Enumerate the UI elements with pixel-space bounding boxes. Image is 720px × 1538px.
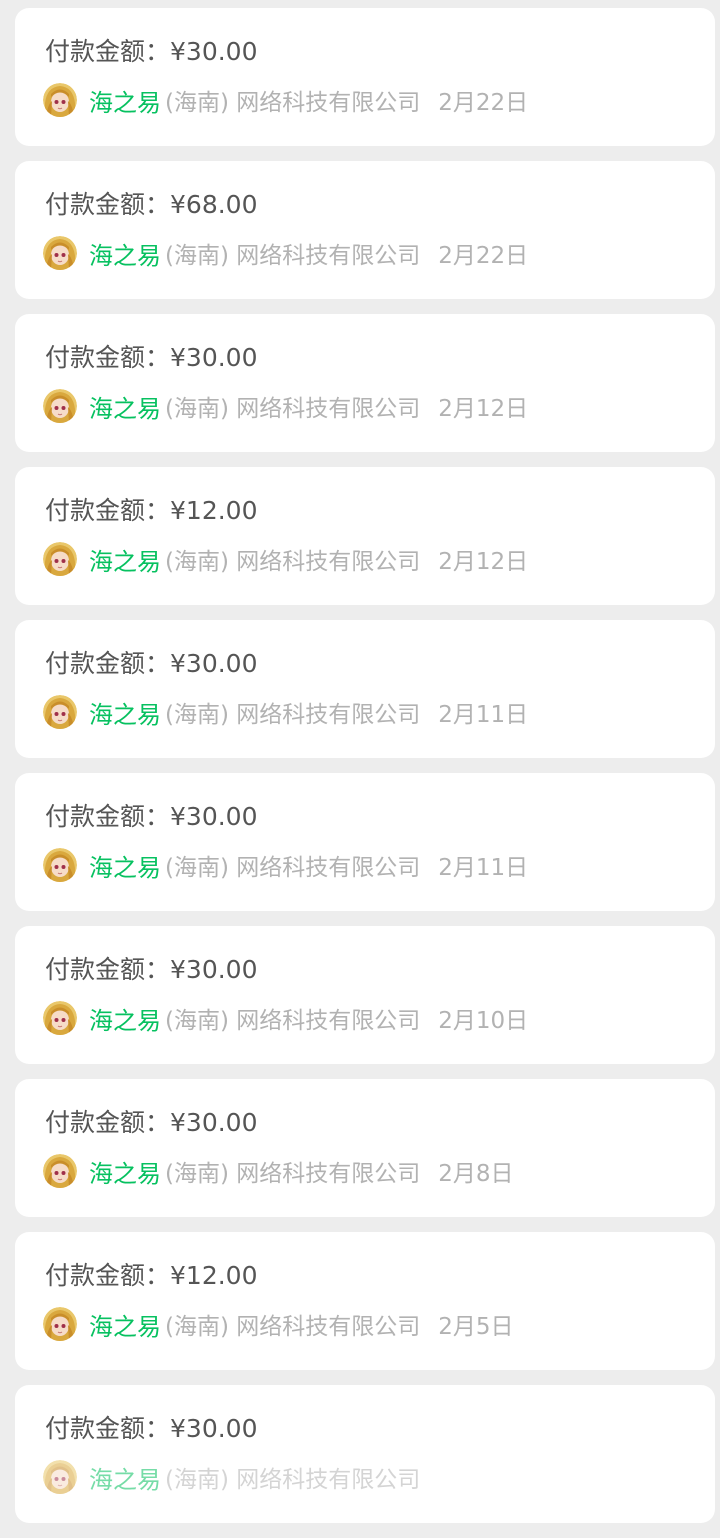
- merchant-row: 海之易 (海南) 网络科技有限公司 2月5日: [43, 1307, 514, 1341]
- merchant-row: 海之易 (海南) 网络科技有限公司 2月22日: [43, 83, 528, 117]
- merchant-brand: 海之易: [89, 1159, 161, 1188]
- payment-date: 2月11日: [438, 855, 529, 881]
- payment-card[interactable]: 付款金额：¥30.00 海之易 (海南) 网络科技有限公司 2月8日: [15, 1079, 715, 1217]
- merchant-row: 海之易 (海南) 网络科技有限公司 2月8日: [43, 1154, 514, 1188]
- payment-card[interactable]: 付款金额：¥30.00 海之易 (海南) 网络科技有限公司: [15, 1385, 715, 1523]
- payment-amount: 付款金额：¥30.00: [45, 35, 258, 69]
- merchant-brand: 海之易: [89, 394, 161, 423]
- merchant-name: (海南) 网络科技有限公司: [165, 1008, 421, 1034]
- merchant-name: (海南) 网络科技有限公司: [165, 549, 421, 575]
- anime-girl-avatar-icon: [43, 236, 77, 270]
- amount-label: 付款金额：: [45, 649, 171, 678]
- amount-value: ¥30.00: [170, 343, 258, 372]
- payment-card[interactable]: 付款金额：¥12.00 海之易 (海南) 网络科技有限公司 2月12日: [15, 467, 715, 605]
- payment-date: 2月12日: [438, 549, 529, 575]
- payment-amount: 付款金额：¥68.00: [45, 188, 258, 222]
- merchant-brand: 海之易: [89, 1006, 161, 1035]
- amount-value: ¥30.00: [170, 37, 258, 66]
- anime-girl-avatar-icon: [43, 1001, 77, 1035]
- merchant-name: (海南) 网络科技有限公司: [165, 90, 421, 116]
- amount-value: ¥68.00: [170, 190, 258, 219]
- amount-value: ¥30.00: [170, 1414, 258, 1443]
- payment-amount: 付款金额：¥30.00: [45, 800, 258, 834]
- merchant-brand: 海之易: [89, 1465, 161, 1494]
- anime-girl-avatar-icon: [43, 1307, 77, 1341]
- payment-amount: 付款金额：¥12.00: [45, 494, 258, 528]
- payment-amount: 付款金额：¥30.00: [45, 1412, 258, 1446]
- payment-amount: 付款金额：¥12.00: [45, 1259, 258, 1293]
- payment-card[interactable]: 付款金额：¥30.00 海之易 (海南) 网络科技有限公司 2月22日: [15, 8, 715, 146]
- payment-card[interactable]: 付款金额：¥30.00 海之易 (海南) 网络科技有限公司 2月11日: [15, 620, 715, 758]
- merchant-row: 海之易 (海南) 网络科技有限公司 2月11日: [43, 695, 528, 729]
- amount-label: 付款金额：: [45, 955, 171, 984]
- payment-amount: 付款金额：¥30.00: [45, 647, 258, 681]
- amount-value: ¥30.00: [170, 1108, 258, 1137]
- merchant-name: (海南) 网络科技有限公司: [165, 243, 421, 269]
- merchant-name: (海南) 网络科技有限公司: [165, 1161, 421, 1187]
- amount-label: 付款金额：: [45, 37, 171, 66]
- amount-label: 付款金额：: [45, 1108, 171, 1137]
- amount-value: ¥30.00: [170, 955, 258, 984]
- payment-card[interactable]: 付款金额：¥30.00 海之易 (海南) 网络科技有限公司 2月10日: [15, 926, 715, 1064]
- payment-card[interactable]: 付款金额：¥30.00 海之易 (海南) 网络科技有限公司 2月11日: [15, 773, 715, 911]
- payment-card[interactable]: 付款金额：¥68.00 海之易 (海南) 网络科技有限公司 2月22日: [15, 161, 715, 299]
- merchant-brand: 海之易: [89, 853, 161, 882]
- merchant-brand: 海之易: [89, 88, 161, 117]
- amount-label: 付款金额：: [45, 1261, 171, 1290]
- amount-value: ¥12.00: [170, 496, 258, 525]
- amount-label: 付款金额：: [45, 190, 171, 219]
- merchant-brand: 海之易: [89, 700, 161, 729]
- merchant-row: 海之易 (海南) 网络科技有限公司 2月12日: [43, 542, 528, 576]
- payment-date: 2月11日: [438, 702, 529, 728]
- merchant-name: (海南) 网络科技有限公司: [165, 1314, 421, 1340]
- merchant-row: 海之易 (海南) 网络科技有限公司 2月10日: [43, 1001, 528, 1035]
- anime-girl-avatar-icon: [43, 389, 77, 423]
- anime-girl-avatar-icon: [43, 1154, 77, 1188]
- anime-girl-avatar-icon: [43, 542, 77, 576]
- payment-date: 2月12日: [438, 396, 529, 422]
- payment-date: 2月5日: [438, 1314, 514, 1340]
- anime-girl-avatar-icon: [43, 695, 77, 729]
- merchant-row: 海之易 (海南) 网络科技有限公司 2月22日: [43, 236, 528, 270]
- payment-list: 付款金额：¥30.00 海之易 (海南) 网络科技有限公司 2月22日 付款金额…: [0, 8, 720, 1538]
- payment-date: 2月22日: [438, 243, 529, 269]
- payment-card[interactable]: 付款金额：¥12.00 海之易 (海南) 网络科技有限公司 2月5日: [15, 1232, 715, 1370]
- amount-label: 付款金额：: [45, 343, 171, 372]
- merchant-row: 海之易 (海南) 网络科技有限公司: [43, 1460, 438, 1494]
- payment-amount: 付款金额：¥30.00: [45, 953, 258, 987]
- merchant-name: (海南) 网络科技有限公司: [165, 1467, 421, 1493]
- merchant-row: 海之易 (海南) 网络科技有限公司 2月12日: [43, 389, 528, 423]
- amount-label: 付款金额：: [45, 1414, 171, 1443]
- payment-amount: 付款金额：¥30.00: [45, 1106, 258, 1140]
- amount-value: ¥12.00: [170, 1261, 258, 1290]
- anime-girl-avatar-icon: [43, 83, 77, 117]
- merchant-name: (海南) 网络科技有限公司: [165, 855, 421, 881]
- merchant-name: (海南) 网络科技有限公司: [165, 396, 421, 422]
- merchant-brand: 海之易: [89, 1312, 161, 1341]
- merchant-name: (海南) 网络科技有限公司: [165, 702, 421, 728]
- payment-amount: 付款金额：¥30.00: [45, 341, 258, 375]
- payment-card[interactable]: 付款金额：¥30.00 海之易 (海南) 网络科技有限公司 2月12日: [15, 314, 715, 452]
- anime-girl-avatar-icon: [43, 848, 77, 882]
- merchant-brand: 海之易: [89, 241, 161, 270]
- amount-value: ¥30.00: [170, 802, 258, 831]
- merchant-brand: 海之易: [89, 547, 161, 576]
- payment-date: 2月22日: [438, 90, 529, 116]
- anime-girl-avatar-icon: [43, 1460, 77, 1494]
- payment-date: 2月8日: [438, 1161, 514, 1187]
- amount-label: 付款金额：: [45, 496, 171, 525]
- amount-label: 付款金额：: [45, 802, 171, 831]
- payment-date: 2月10日: [438, 1008, 529, 1034]
- amount-value: ¥30.00: [170, 649, 258, 678]
- merchant-row: 海之易 (海南) 网络科技有限公司 2月11日: [43, 848, 528, 882]
